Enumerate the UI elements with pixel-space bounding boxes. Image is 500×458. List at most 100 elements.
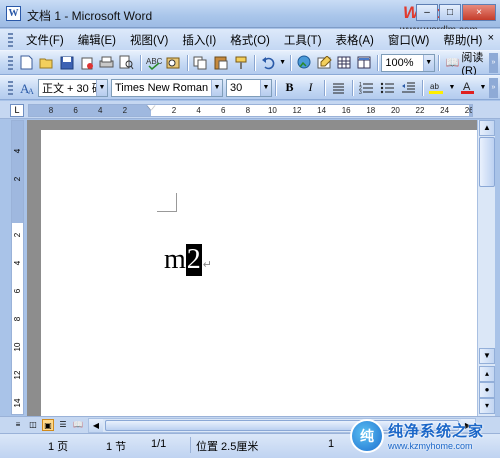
save-icon[interactable] xyxy=(58,53,76,72)
menu-view[interactable]: 视图(V) xyxy=(123,30,175,50)
research-icon[interactable] xyxy=(165,53,183,72)
ruler-tick-label: 12 xyxy=(292,106,302,115)
menu-window[interactable]: 窗口(W) xyxy=(381,30,437,50)
bold-button[interactable]: B xyxy=(280,78,299,97)
vertical-scroll-thumb[interactable] xyxy=(479,137,495,187)
scroll-left-icon[interactable]: ◀ xyxy=(89,419,103,432)
maximize-button[interactable]: □ xyxy=(439,4,461,21)
permission-icon[interactable] xyxy=(78,53,96,72)
columns-icon[interactable] xyxy=(355,53,373,72)
chevron-down-icon[interactable]: ▼ xyxy=(260,79,271,96)
toolbar-separator xyxy=(437,54,439,71)
word-app-icon[interactable]: W xyxy=(6,6,21,21)
bullets-icon[interactable] xyxy=(378,78,397,97)
tab-selector[interactable]: L xyxy=(10,104,24,117)
ruler-tick-label: 6 xyxy=(13,288,22,294)
minimize-button[interactable]: – xyxy=(416,4,438,21)
status-separator xyxy=(190,437,191,453)
font-size-select[interactable]: 30 ▼ xyxy=(226,78,272,97)
toolbar-separator xyxy=(377,54,379,71)
vertical-scrollbar[interactable]: ▲ ▼ ▴ ● ▾ xyxy=(477,120,495,416)
chevron-down-icon[interactable]: ▼ xyxy=(211,79,222,96)
document-close-icon[interactable]: × xyxy=(488,32,494,44)
first-line-indent-marker[interactable] xyxy=(147,105,155,110)
copy-icon[interactable] xyxy=(192,53,210,72)
base-text[interactable]: m xyxy=(164,244,186,276)
italic-button[interactable]: I xyxy=(301,78,320,97)
ruler-tick-label: 2 xyxy=(171,106,177,115)
scroll-down-icon[interactable]: ▼ xyxy=(479,348,495,364)
font-color-dropdown-icon[interactable]: ▼ xyxy=(479,78,487,97)
scroll-up-icon[interactable]: ▲ xyxy=(479,120,495,136)
ruler-tick-label: 2 xyxy=(122,106,128,115)
menu-bar: 文件(F) 编辑(E) 视图(V) 插入(I) 格式(O) 工具(T) 表格(A… xyxy=(0,29,500,50)
print-preview-icon[interactable] xyxy=(118,53,136,72)
highlight-icon[interactable]: ab xyxy=(427,78,446,97)
undo-icon[interactable] xyxy=(259,53,277,72)
close-button[interactable]: × xyxy=(462,4,496,21)
undo-dropdown-icon[interactable]: ▼ xyxy=(279,53,287,72)
style-select[interactable]: 正文 + 30 磅 ▼ xyxy=(38,78,108,97)
toolbar-separator xyxy=(186,54,188,71)
highlight-dropdown-icon[interactable]: ▼ xyxy=(448,78,456,97)
next-page-icon[interactable]: ▾ xyxy=(479,398,495,414)
reading-layout-icon[interactable]: 📖 xyxy=(72,419,84,431)
font-select[interactable]: Times New Roman ▼ xyxy=(111,78,223,97)
document-page[interactable]: m 2 ↵ xyxy=(41,130,477,416)
ruler-tick-label: 10 xyxy=(13,342,22,352)
toolbar-grip[interactable] xyxy=(8,55,13,70)
paste-icon[interactable] xyxy=(212,53,230,72)
menu-format[interactable]: 格式(O) xyxy=(223,30,277,50)
document-text[interactable]: m 2 ↵ xyxy=(164,244,212,276)
site-watermark: 纯 纯净系统之家 www.kzmyhome.com xyxy=(350,413,500,458)
svg-text:ABC: ABC xyxy=(146,57,162,66)
status-section: 1 节 xyxy=(106,441,127,453)
selected-text[interactable]: 2 xyxy=(185,244,202,276)
normal-view-icon[interactable]: ≡ xyxy=(12,419,24,431)
previous-page-icon[interactable]: ▴ xyxy=(479,366,495,382)
ruler-row: L 8 6 4 2 2 4 6 8 10 12 14 16 18 20 22 24 26 xyxy=(0,101,500,119)
menu-insert[interactable]: 插入(I) xyxy=(175,30,223,50)
chevron-down-icon[interactable]: ▼ xyxy=(96,79,107,96)
status-page-count: 1/1 xyxy=(151,438,167,450)
justify-icon[interactable] xyxy=(329,78,348,97)
menu-tools[interactable]: 工具(T) xyxy=(277,30,329,50)
toolbar-options-chevron-icon[interactable]: » xyxy=(489,53,498,73)
menu-edit[interactable]: 编辑(E) xyxy=(71,30,123,50)
print-layout-icon[interactable]: ▣ xyxy=(42,419,54,431)
new-document-icon[interactable] xyxy=(18,53,36,72)
hyperlink-icon[interactable] xyxy=(295,53,313,72)
ruler-tick-label: 24 xyxy=(440,106,450,115)
horizontal-ruler[interactable]: 8 6 4 2 2 4 6 8 10 12 14 16 18 20 22 24 26 xyxy=(28,104,473,117)
outline-view-icon[interactable]: ☰ xyxy=(57,419,69,431)
menu-help[interactable]: 帮助(H) xyxy=(436,30,489,50)
insert-table-icon[interactable] xyxy=(335,53,353,72)
ruler-tick-label: 8 xyxy=(48,106,54,115)
font-color-icon[interactable]: A xyxy=(458,78,477,97)
toolbar-options-chevron-icon[interactable]: » xyxy=(489,78,498,98)
toolbar-separator xyxy=(253,54,255,71)
styles-formatting-icon[interactable]: AA xyxy=(18,78,37,97)
spelling-icon[interactable]: ABC xyxy=(145,53,163,72)
status-position: 位置 2.5厘米 xyxy=(196,441,259,453)
print-icon[interactable] xyxy=(98,53,116,72)
tables-borders-icon[interactable] xyxy=(315,53,333,72)
vertical-ruler[interactable]: 4 2 2 4 6 8 10 12 14 xyxy=(11,120,24,415)
font-size-value: 30 xyxy=(230,81,243,94)
document-workspace[interactable]: m 2 ↵ xyxy=(27,120,477,416)
toolbar-grip[interactable] xyxy=(8,80,13,95)
chevron-down-icon[interactable]: ▼ xyxy=(422,54,434,71)
status-page: 1 页 xyxy=(48,441,69,453)
web-layout-icon[interactable]: ◫ xyxy=(27,419,39,431)
decrease-indent-icon[interactable] xyxy=(399,78,418,97)
menu-table[interactable]: 表格(A) xyxy=(329,30,381,50)
toolbar-grip[interactable] xyxy=(8,32,13,47)
format-painter-icon[interactable] xyxy=(232,53,250,72)
numbering-icon[interactable]: 123 xyxy=(357,78,376,97)
open-folder-icon[interactable] xyxy=(38,53,56,72)
style-value: 正文 + 30 磅 xyxy=(42,82,103,95)
ruler-tick-label: 22 xyxy=(415,106,425,115)
browse-object-icon[interactable]: ● xyxy=(479,382,495,398)
zoom-select[interactable]: 100% ▼ xyxy=(381,53,435,72)
menu-file[interactable]: 文件(F) xyxy=(19,30,71,50)
